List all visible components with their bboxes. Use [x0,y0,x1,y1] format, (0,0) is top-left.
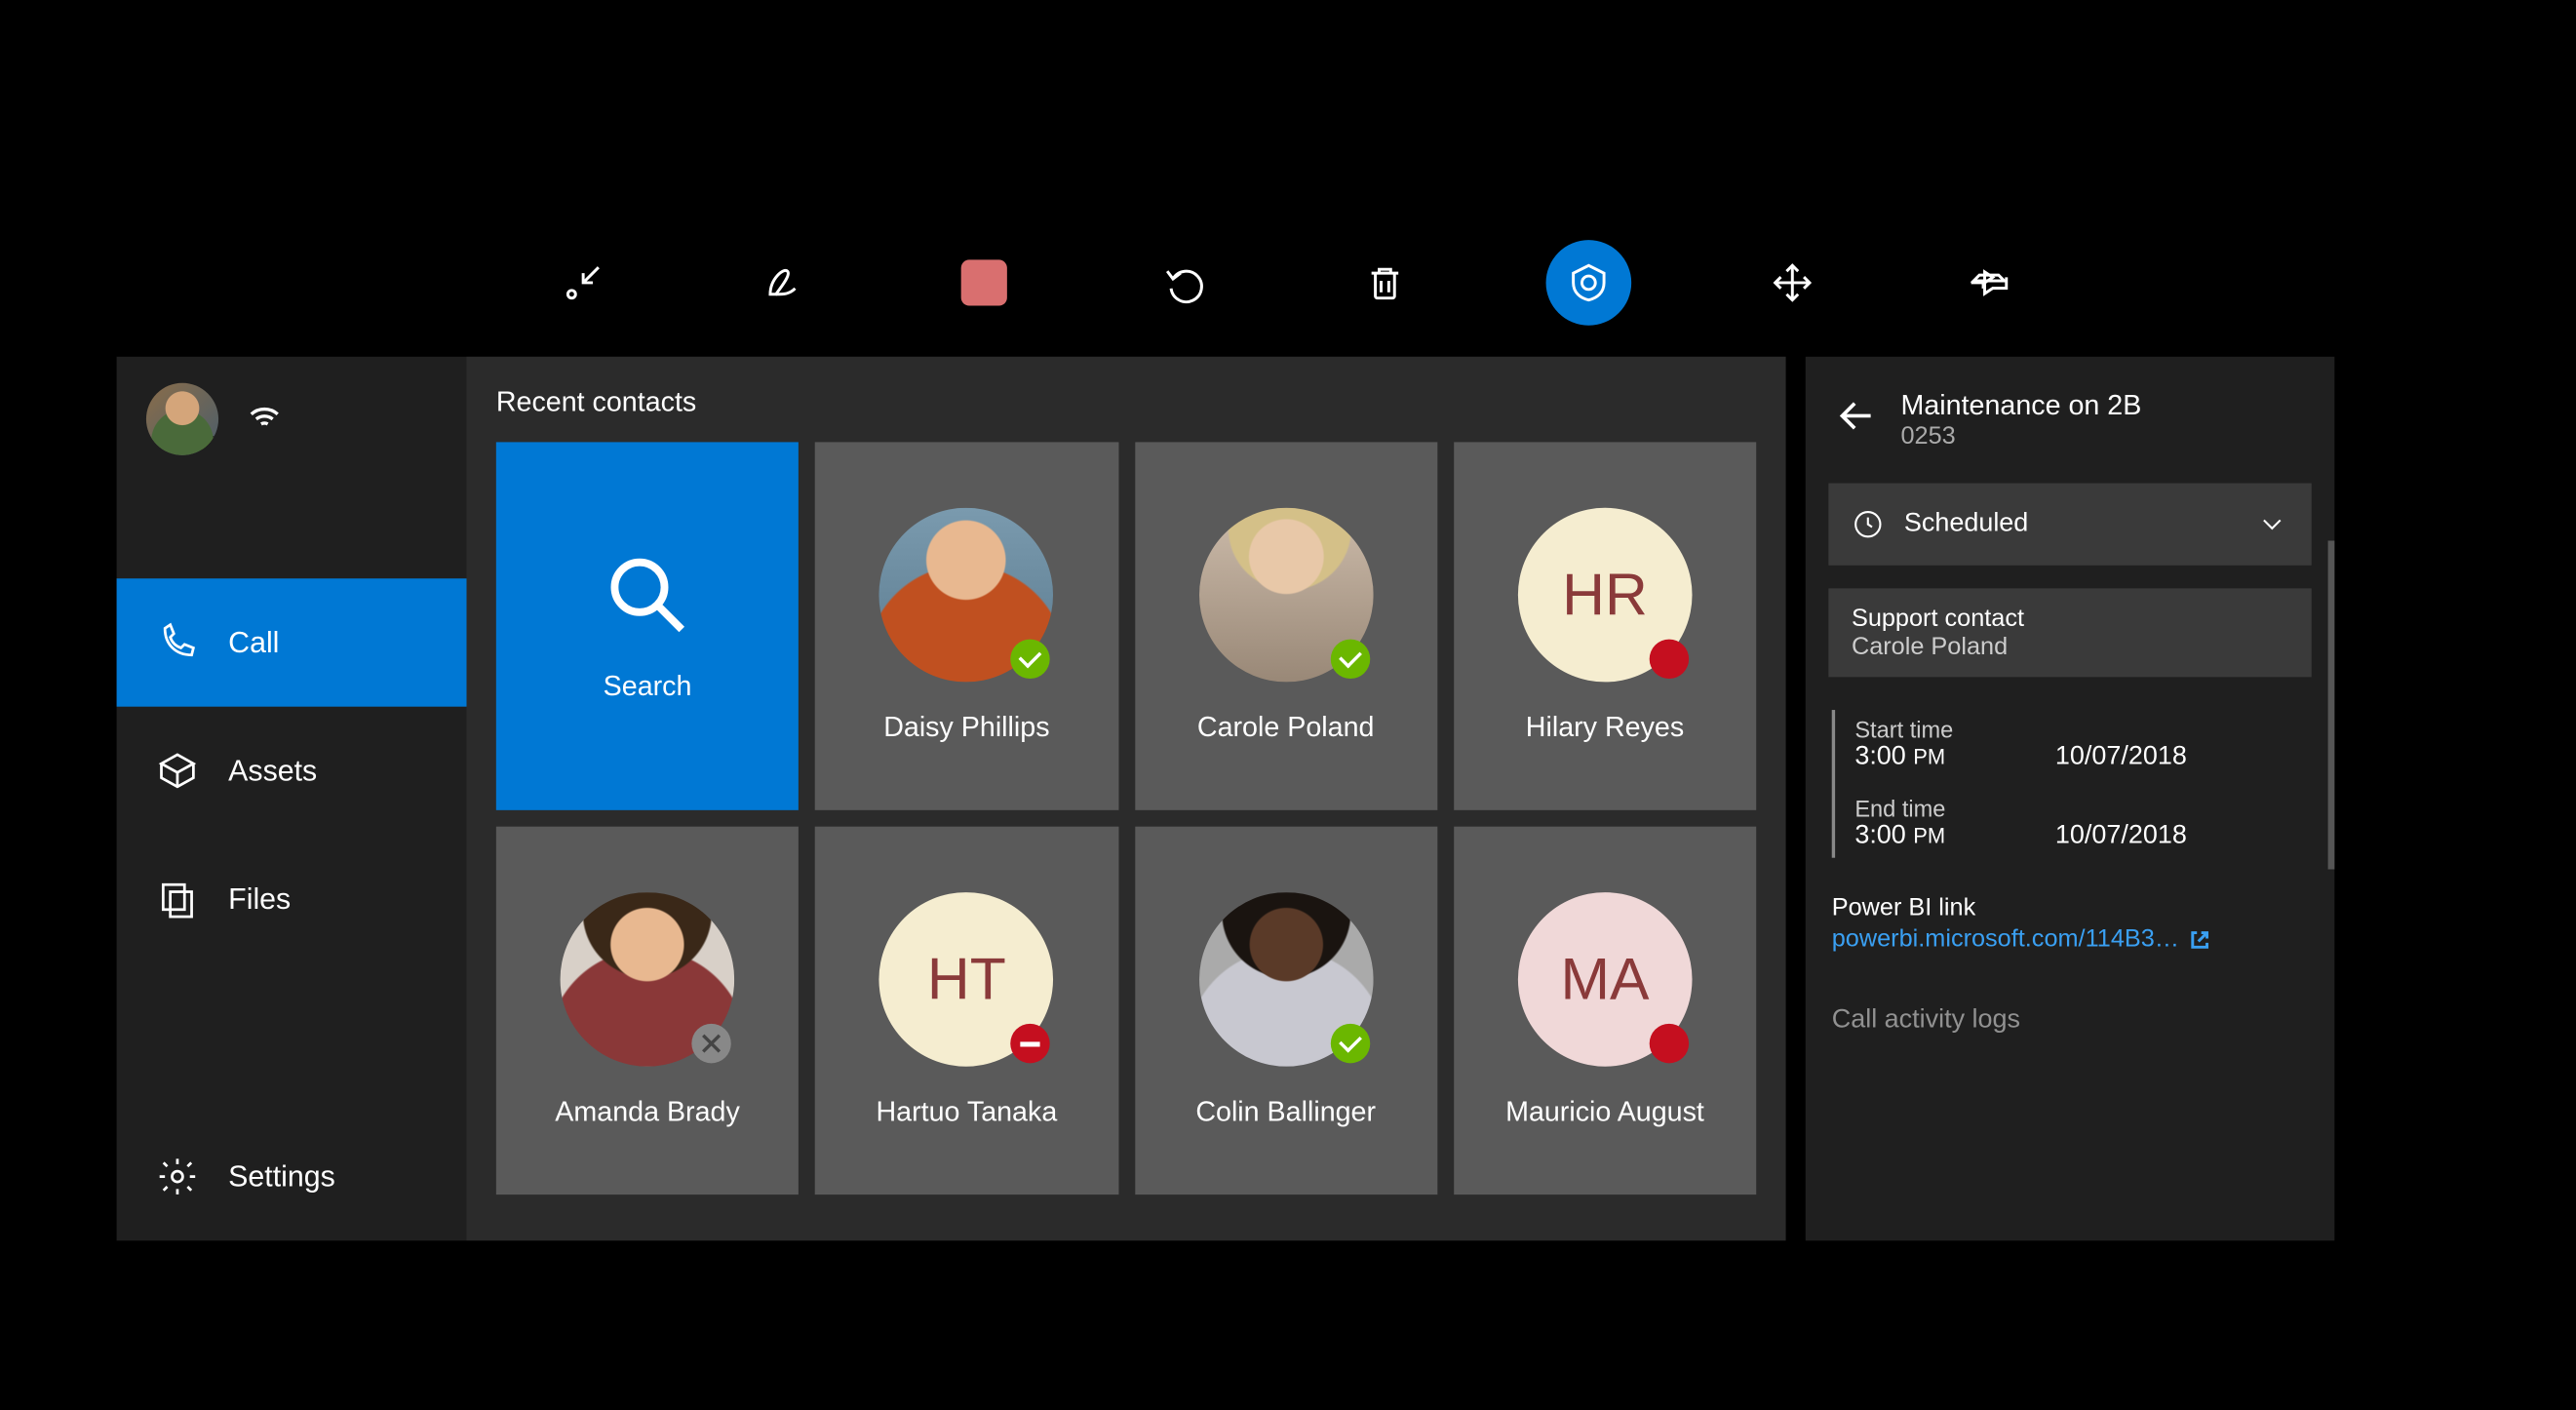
scrollbar[interactable] [2328,541,2335,870]
nav: Call Assets Files Settings [117,578,467,1240]
contact-avatar: HR [1518,508,1693,683]
external-link-icon [2189,927,2212,951]
support-contact-row[interactable]: Support contact Carole Poland [1828,588,2311,677]
clock-icon [1852,508,1885,541]
contact-avatar [1198,892,1373,1067]
end-time: 3:00 PM [1854,822,1989,851]
presence-badge [1011,1024,1050,1063]
back-button[interactable] [1835,395,1878,446]
support-name: Carole Poland [1852,633,2288,661]
sidebar: Call Assets Files Settings [117,357,467,1241]
presence-badge [1649,640,1688,679]
presence-badge [1649,1024,1688,1063]
chevron-down-icon [2255,508,2288,541]
contact-tile[interactable]: Colin Ballinger [1134,827,1436,1195]
contact-tile[interactable]: HT Hartuo Tanaka [815,827,1117,1195]
nav-item-call[interactable]: Call [117,578,467,706]
user-avatar[interactable] [146,382,218,454]
move-icon[interactable] [1753,244,1832,323]
status-label: Scheduled [1904,509,2028,538]
search-label: Search [604,671,692,704]
nav-item-settings[interactable]: Settings [117,1113,467,1240]
contact-name: Carole Poland [1197,712,1375,745]
powerbi-link[interactable]: powerbi.microsoft.com/114B3… [1832,925,2309,954]
contact-avatar [879,508,1054,683]
nav-item-files[interactable]: Files [117,835,467,962]
nav-label: Assets [228,754,317,788]
contacts-grid: Search Daisy Phillips Carole Poland HR Hila… [496,442,1756,1195]
contact-tile[interactable]: Daisy Phillips [815,442,1117,809]
contact-tile[interactable]: Amanda Brady [496,827,799,1195]
app-window: Call Assets Files Settings Recent contac… [117,357,1786,1241]
panel-title: Maintenance on 2B [1901,389,2142,422]
support-label: Support contact [1852,605,2288,633]
presence-badge [692,1024,731,1063]
presence-badge [1330,640,1369,679]
pin-icon[interactable] [1953,244,2032,323]
call-activity-logs-label: Call activity logs [1832,1005,2309,1035]
presence-badge [199,435,218,454]
search-tile[interactable]: Search [496,442,799,809]
panel-id: 0253 [1901,422,2142,450]
remote-assist-icon[interactable] [1546,240,1632,326]
contact-name: Hilary Reyes [1526,712,1684,745]
delete-icon[interactable] [1346,244,1425,323]
status-dropdown[interactable]: Scheduled [1828,484,2311,566]
start-label: Start time [1854,717,2308,743]
nav-label: Call [228,625,279,659]
contact-avatar [561,892,735,1067]
wifi-icon [245,395,284,443]
nav-label: Files [228,881,291,916]
ink-icon[interactable] [744,244,823,323]
end-label: End time [1854,796,2308,822]
link-label: Power BI link [1832,894,2309,922]
contact-tile[interactable]: Carole Poland [1134,442,1436,809]
contact-avatar: MA [1518,892,1693,1067]
contact-name: Colin Ballinger [1195,1096,1376,1129]
contact-tile[interactable]: HR Hilary Reyes [1454,442,1756,809]
stop-record-icon[interactable] [945,244,1024,323]
nav-item-assets[interactable]: Assets [117,707,467,835]
section-title: Recent contacts [496,386,1756,419]
contact-name: Amanda Brady [555,1096,739,1129]
main-area: Recent contacts Search Daisy Phillips Car… [467,357,1786,1241]
presence-badge [1330,1024,1369,1063]
start-date: 10/07/2018 [2055,743,2187,772]
profile-area [117,357,467,480]
minimize-icon[interactable] [544,244,623,323]
contact-name: Daisy Phillips [883,712,1049,745]
start-time: 3:00 PM [1854,743,1989,772]
contact-tile[interactable]: MA Mauricio August [1454,827,1756,1195]
undo-icon[interactable] [1145,244,1224,323]
toolbar [0,238,2576,327]
end-date: 10/07/2018 [2055,822,2187,851]
contact-avatar: HT [879,892,1054,1067]
contact-name: Hartuo Tanaka [876,1096,1057,1129]
panel-header: Maintenance on 2B 0253 [1806,357,2335,484]
contact-avatar [1198,508,1373,683]
presence-badge [1011,640,1050,679]
detail-panel: Maintenance on 2B 0253 Scheduled Support… [1806,357,2335,1241]
nav-label: Settings [228,1159,335,1194]
contact-name: Mauricio August [1505,1096,1704,1129]
powerbi-link-section: Power BI link powerbi.microsoft.com/114B… [1832,894,2309,954]
time-block: Start time 3:00 PM 10/07/2018 End time 3… [1832,710,2309,858]
